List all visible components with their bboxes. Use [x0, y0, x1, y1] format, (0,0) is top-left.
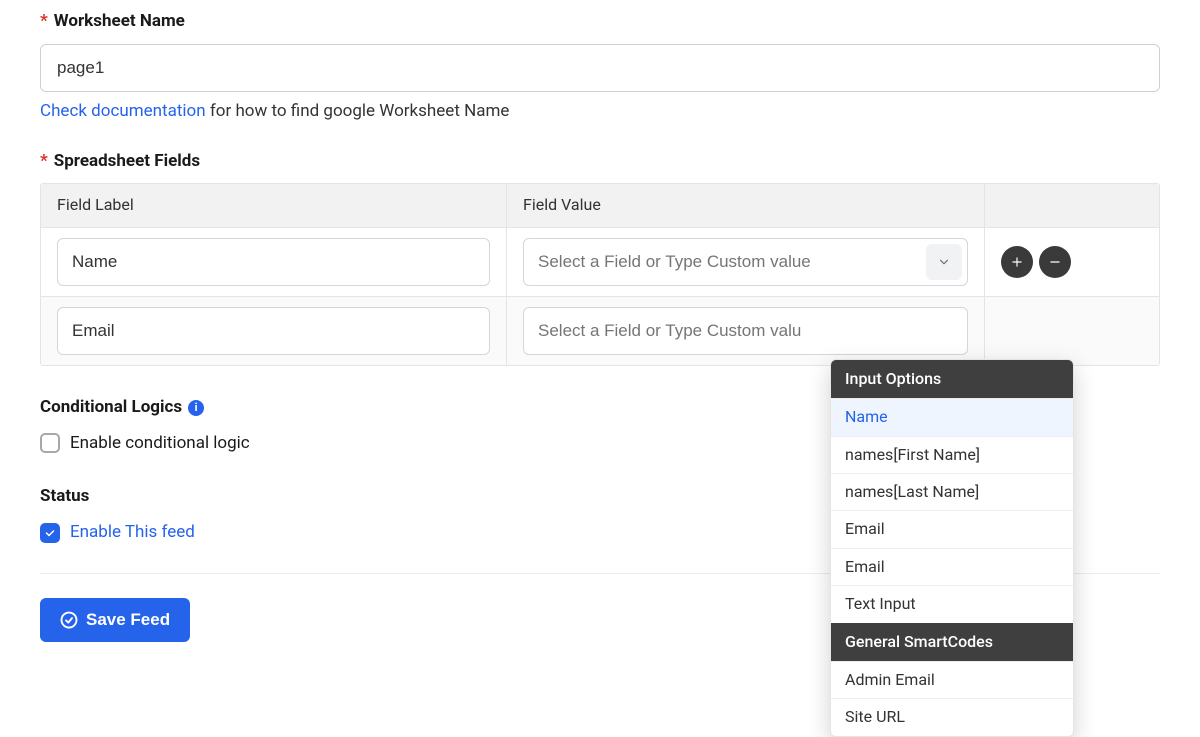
- field-label-input[interactable]: [57, 238, 490, 286]
- spreadsheet-fields-table: Field Label Field Value: [40, 183, 1160, 365]
- worksheet-hint: Check documentation for how to find goog…: [40, 100, 1160, 124]
- conditional-heading-text: Conditional Logics: [40, 396, 182, 420]
- dropdown-item[interactable]: names[First Name]: [831, 436, 1073, 473]
- status-heading-text: Status: [40, 485, 89, 509]
- enable-conditional-logic-checkbox[interactable]: [40, 433, 60, 453]
- remove-row-button[interactable]: [1039, 246, 1071, 278]
- worksheet-name-label-text: Worksheet Name: [54, 10, 185, 34]
- header-actions: [984, 184, 1159, 226]
- spreadsheet-fields-label: * Spreadsheet Fields: [40, 150, 1160, 174]
- worksheet-name-group: * Worksheet Name Check documentation for…: [40, 10, 1160, 124]
- dropdown-item[interactable]: names[Last Name]: [831, 473, 1073, 510]
- dropdown-item[interactable]: Email: [831, 548, 1073, 585]
- check-documentation-link[interactable]: Check documentation: [40, 101, 206, 121]
- table-header: Field Label Field Value: [41, 184, 1159, 227]
- save-feed-button[interactable]: Save Feed: [40, 598, 190, 642]
- field-options-dropdown: Input OptionsNamenames[First Name]names[…: [830, 359, 1074, 737]
- required-star: *: [40, 10, 48, 34]
- worksheet-hint-rest: for how to find google Worksheet Name: [206, 101, 510, 121]
- spreadsheet-fields-group: * Spreadsheet Fields Field Label Field V…: [40, 150, 1160, 366]
- worksheet-name-label: * Worksheet Name: [40, 10, 1160, 34]
- enable-conditional-logic-label: Enable conditional logic: [70, 432, 250, 456]
- header-field-value: Field Value: [506, 184, 984, 226]
- info-icon[interactable]: i: [188, 400, 204, 416]
- dropdown-item[interactable]: Email: [831, 510, 1073, 547]
- dropdown-group-header: General SmartCodes: [831, 623, 1073, 661]
- table-row: Input OptionsNamenames[First Name]names[…: [41, 296, 1159, 365]
- field-value-select[interactable]: [523, 307, 968, 355]
- enable-feed-label: Enable This feed: [70, 521, 195, 545]
- dropdown-item[interactable]: Admin Email: [831, 661, 1073, 698]
- save-feed-label: Save Feed: [86, 610, 170, 630]
- chevron-down-icon[interactable]: [926, 244, 962, 280]
- table-row: [41, 228, 1159, 296]
- dropdown-item[interactable]: Name: [831, 398, 1073, 435]
- dropdown-group-header: Input Options: [831, 360, 1073, 398]
- dropdown-item[interactable]: Text Input: [831, 585, 1073, 622]
- field-value-select[interactable]: [523, 238, 968, 286]
- spreadsheet-fields-label-text: Spreadsheet Fields: [54, 150, 200, 174]
- check-circle-icon: [60, 611, 78, 629]
- dropdown-item[interactable]: Site URL: [831, 698, 1073, 735]
- worksheet-name-input[interactable]: [40, 44, 1160, 92]
- required-star: *: [40, 150, 48, 174]
- add-row-button[interactable]: [1001, 246, 1033, 278]
- field-label-input[interactable]: [57, 307, 490, 355]
- enable-feed-checkbox[interactable]: [40, 523, 60, 543]
- header-field-label: Field Label: [41, 184, 506, 226]
